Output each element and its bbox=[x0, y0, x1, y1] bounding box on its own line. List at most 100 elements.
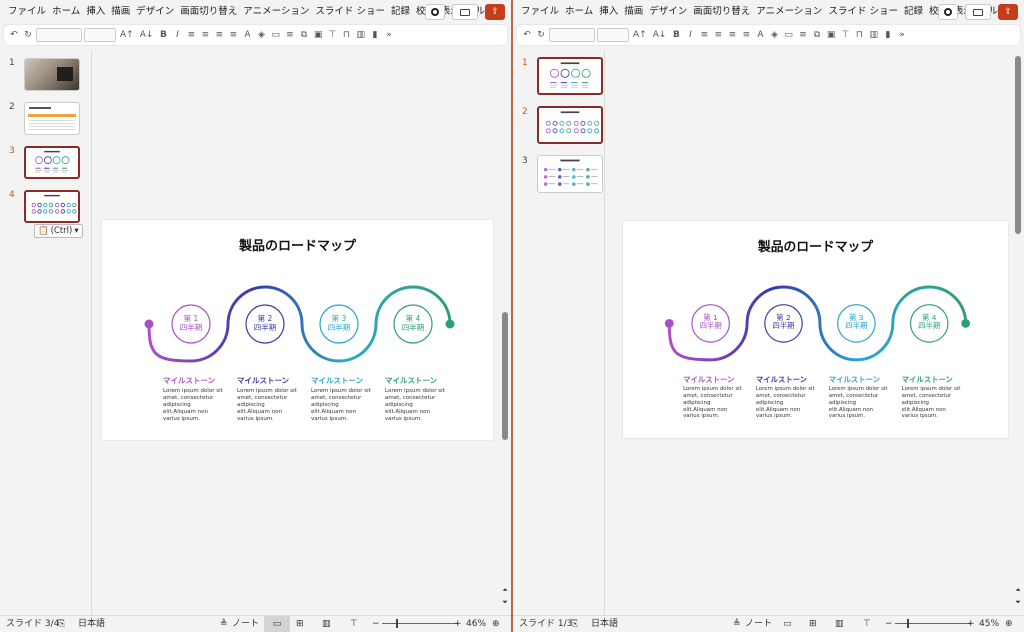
line-spacing-icon[interactable]: ≡ bbox=[797, 30, 809, 40]
font-color-icon[interactable]: A bbox=[241, 30, 253, 40]
undo-icon[interactable]: ↶ bbox=[8, 30, 20, 40]
highlight-icon[interactable]: ◈ bbox=[768, 30, 780, 40]
tab-9[interactable]: 記録 bbox=[388, 0, 413, 24]
vertical-scrollbar[interactable]: ⏶ ⏷ bbox=[1014, 50, 1022, 615]
font-family-dropdown[interactable] bbox=[36, 28, 82, 42]
slide-thumb-3[interactable] bbox=[24, 146, 80, 179]
vertical-scrollbar[interactable]: ⏶ ⏷ bbox=[501, 50, 509, 615]
prev-slide-icon[interactable]: ⏶ bbox=[501, 586, 509, 595]
font-family-dropdown[interactable] bbox=[549, 28, 595, 42]
zoom-in-icon[interactable]: + bbox=[967, 616, 975, 632]
slide-thumbnail-pane[interactable]: 1 2 3 bbox=[513, 50, 605, 615]
tab-2[interactable]: ホーム bbox=[562, 0, 596, 24]
increase-font-icon[interactable]: A↑ bbox=[118, 30, 136, 40]
share-button[interactable]: ⇪ bbox=[485, 4, 505, 20]
more-icon[interactable]: » bbox=[383, 30, 395, 40]
tab-5[interactable]: デザイン bbox=[133, 0, 177, 24]
undo-icon[interactable]: ↶ bbox=[521, 30, 533, 40]
font-size-dropdown[interactable] bbox=[597, 28, 629, 42]
align-left-icon[interactable]: ≡ bbox=[185, 30, 197, 40]
more-icon[interactable]: » bbox=[896, 30, 908, 40]
text-direction-icon[interactable]: ⊤ bbox=[839, 30, 851, 40]
align-right-icon[interactable]: ≡ bbox=[726, 30, 738, 40]
tab-6[interactable]: 画面切り替え bbox=[690, 0, 753, 24]
slide-thumbnail-pane[interactable]: 1 2 3 4 bbox=[0, 50, 92, 615]
milestone-heading[interactable]: マイルストーン bbox=[683, 374, 734, 385]
zoom-level[interactable]: 46% bbox=[466, 616, 486, 632]
shape-outline-icon[interactable]: ▭ bbox=[782, 30, 795, 40]
italic-icon[interactable]: I bbox=[684, 30, 696, 40]
arrange-icon[interactable]: ⧉ bbox=[811, 30, 823, 40]
next-slide-icon[interactable]: ⏷ bbox=[501, 598, 509, 607]
slide-canvas[interactable]: 製品のロードマップ第 1 四半期 マイルストーン Lorem ipsum dolor … bbox=[623, 221, 1008, 438]
justify-icon[interactable]: ≡ bbox=[227, 30, 239, 40]
comments-button[interactable] bbox=[452, 4, 478, 20]
slide-sorter-icon[interactable]: ⊞ bbox=[296, 616, 304, 632]
milestone-heading[interactable]: マイルストーン bbox=[756, 374, 807, 385]
shape-icon[interactable]: ▮ bbox=[882, 30, 894, 40]
columns-icon[interactable]: ▥ bbox=[867, 30, 880, 40]
shape-fill-icon[interactable]: ▣ bbox=[312, 30, 325, 40]
zoom-out-icon[interactable]: − bbox=[372, 616, 380, 632]
decrease-font-icon[interactable]: A↓ bbox=[651, 30, 669, 40]
align-right-icon[interactable]: ≡ bbox=[213, 30, 225, 40]
justify-icon[interactable]: ≡ bbox=[740, 30, 752, 40]
language-status[interactable]: 日本語 bbox=[78, 616, 105, 632]
record-button[interactable] bbox=[425, 4, 445, 20]
slide-thumb-3[interactable] bbox=[537, 155, 603, 193]
normal-view-icon[interactable]: ▭ bbox=[264, 616, 290, 632]
line-spacing-icon[interactable]: ≡ bbox=[284, 30, 296, 40]
slide-thumb-2[interactable] bbox=[24, 102, 80, 135]
fit-to-window-icon[interactable]: ⊕ bbox=[492, 616, 500, 632]
notes-button[interactable]: ノート bbox=[745, 616, 772, 632]
tab-8[interactable]: スライド ショー bbox=[312, 0, 388, 24]
milestone-description[interactable]: Lorem ipsum dolor sit amet, consectetur ad… bbox=[237, 388, 297, 422]
milestone-heading[interactable]: マイルストーン bbox=[163, 375, 215, 386]
milestone-heading[interactable]: マイルストーン bbox=[237, 375, 289, 386]
prev-slide-icon[interactable]: ⏶ bbox=[1014, 586, 1022, 595]
text-direction-icon[interactable]: ⊤ bbox=[326, 30, 338, 40]
scrollbar-thumb[interactable] bbox=[502, 312, 508, 440]
zoom-level[interactable]: 45% bbox=[979, 616, 999, 632]
tab-7[interactable]: アニメーション bbox=[240, 0, 312, 24]
slide-thumb-2[interactable] bbox=[537, 106, 603, 144]
font-color-icon[interactable]: A bbox=[754, 30, 766, 40]
highlight-icon[interactable]: ◈ bbox=[255, 30, 267, 40]
tab-9[interactable]: 記録 bbox=[901, 0, 926, 24]
align-center-icon[interactable]: ≡ bbox=[199, 30, 211, 40]
reading-view-icon[interactable]: ▥ bbox=[835, 616, 844, 632]
slide-canvas[interactable]: 製品のロードマップ第 1 四半期 マイルストーン Lorem ipsum dolor … bbox=[102, 220, 493, 440]
milestone-heading[interactable]: マイルストーン bbox=[311, 375, 363, 386]
tab-2[interactable]: ホーム bbox=[49, 0, 83, 24]
reading-view-icon[interactable]: ▥ bbox=[322, 616, 331, 632]
scrollbar-thumb[interactable] bbox=[1015, 56, 1021, 234]
milestone-description[interactable]: Lorem ipsum dolor sit amet, consectetur ad… bbox=[163, 388, 223, 422]
slide-title[interactable]: 製品のロードマップ bbox=[623, 236, 1008, 255]
slide-thumb-1[interactable] bbox=[24, 58, 80, 91]
slide-title[interactable]: 製品のロードマップ bbox=[102, 235, 493, 254]
bold-icon[interactable]: B bbox=[670, 30, 682, 40]
normal-view-icon[interactable]: ▭ bbox=[783, 616, 792, 632]
milestone-description[interactable]: Lorem ipsum dolor sit amet, consectetur ad… bbox=[311, 388, 371, 422]
next-slide-icon[interactable]: ⏷ bbox=[1014, 598, 1022, 607]
zoom-slider-thumb[interactable] bbox=[396, 619, 398, 628]
milestone-heading[interactable]: マイルストーン bbox=[385, 375, 437, 386]
notes-toggle-icon[interactable]: ≜ bbox=[220, 616, 228, 632]
notes-button[interactable]: ノート bbox=[232, 616, 259, 632]
tab-5[interactable]: デザイン bbox=[646, 0, 690, 24]
notes-toggle-icon[interactable]: ≜ bbox=[733, 616, 741, 632]
accessibility-icon[interactable]: ⎘ bbox=[571, 616, 578, 632]
align-text-icon[interactable]: ⊓ bbox=[340, 30, 352, 40]
tab-8[interactable]: スライド ショー bbox=[825, 0, 901, 24]
slideshow-icon[interactable]: ⊤ bbox=[350, 616, 358, 632]
align-left-icon[interactable]: ≡ bbox=[698, 30, 710, 40]
tab-7[interactable]: アニメーション bbox=[753, 0, 825, 24]
arrange-icon[interactable]: ⧉ bbox=[298, 30, 310, 40]
italic-icon[interactable]: I bbox=[171, 30, 183, 40]
bold-icon[interactable]: B bbox=[157, 30, 169, 40]
milestone-description[interactable]: Lorem ipsum dolor sit amet, consectetur ad… bbox=[385, 388, 445, 422]
font-size-dropdown[interactable] bbox=[84, 28, 116, 42]
milestone-description[interactable]: Lorem ipsum dolor sit amet, consectetur ad… bbox=[902, 386, 961, 420]
tab-3[interactable]: 挿入 bbox=[83, 0, 108, 24]
columns-icon[interactable]: ▥ bbox=[354, 30, 367, 40]
